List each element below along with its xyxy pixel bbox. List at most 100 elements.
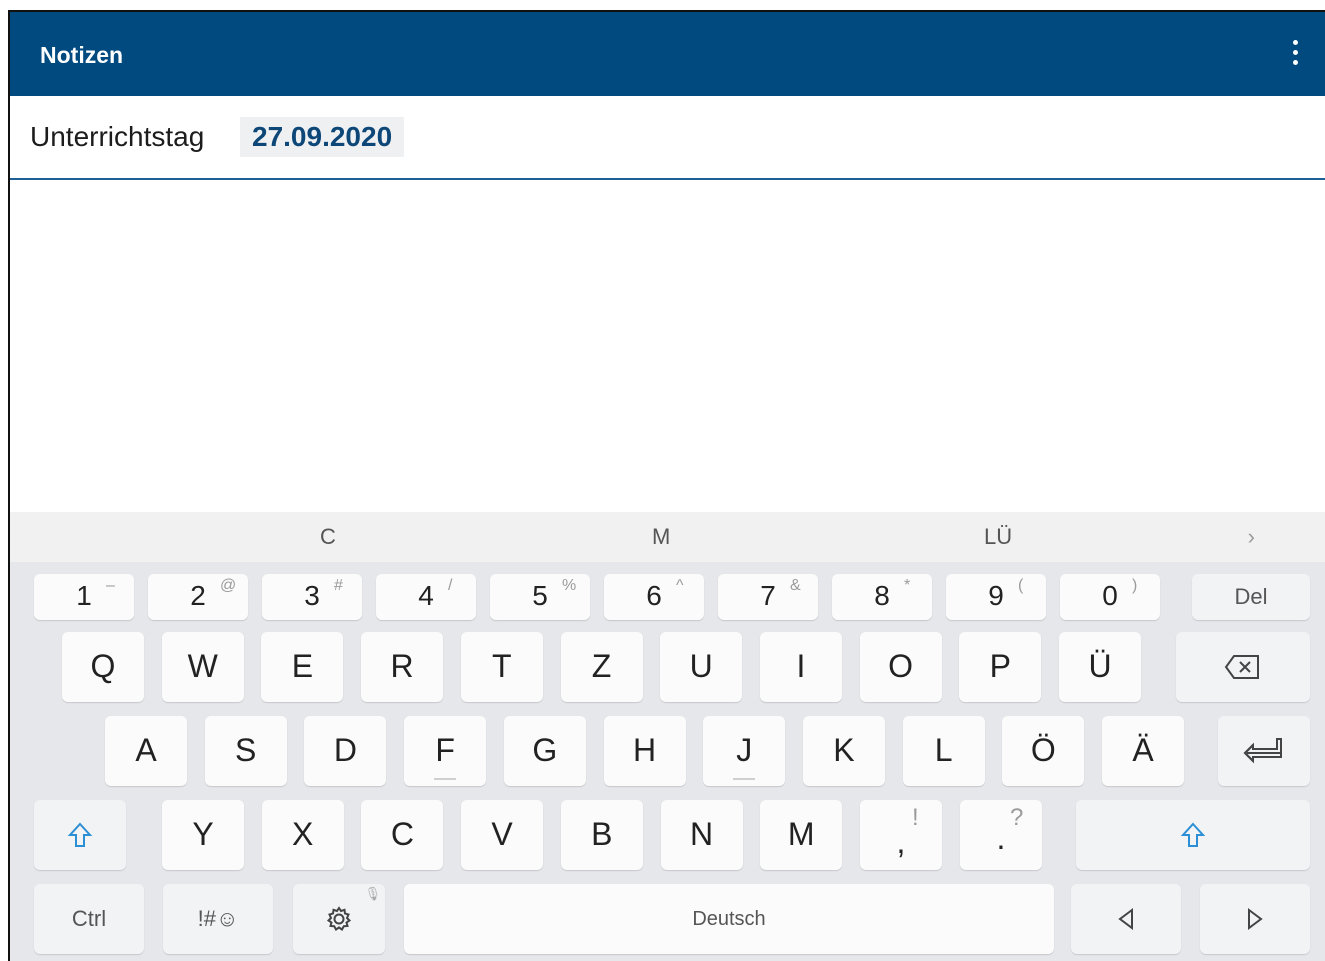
key-label: Ctrl (71, 906, 107, 931)
overflow-menu-icon[interactable] (1289, 40, 1301, 68)
key-L[interactable]: L (902, 716, 985, 786)
key-label: 3 (304, 580, 320, 611)
key-U[interactable]: U (660, 632, 743, 702)
key-label: . (996, 820, 1006, 856)
backspace-key[interactable] (1176, 632, 1310, 702)
key-label: B (591, 816, 613, 852)
suggestion-1[interactable]: C (320, 524, 336, 550)
key-label: !#☺ (197, 906, 239, 931)
key-D[interactable]: D (304, 716, 387, 786)
settings-key[interactable]: 🎙︎ (293, 884, 385, 954)
key-Z[interactable]: Z (560, 632, 643, 702)
key-N[interactable]: N (660, 800, 743, 870)
key-2[interactable]: 2 @ (148, 574, 248, 620)
key-J[interactable]: J (703, 716, 786, 786)
key-6[interactable]: 6 ^ (604, 574, 704, 620)
notes-text-area[interactable] (10, 180, 1325, 512)
key-sub-label: @ (220, 577, 237, 594)
key-I[interactable]: I (759, 632, 842, 702)
key-label: Ä (1132, 732, 1154, 768)
key-5[interactable]: 5% (490, 574, 590, 620)
key-Ü[interactable]: Ü (1059, 632, 1141, 702)
key-Y[interactable]: Y (162, 800, 244, 870)
chevron-right-icon[interactable]: › (1248, 524, 1255, 550)
key-sub-label: * (904, 577, 911, 594)
app-bar: Notizen (10, 12, 1325, 96)
shift-icon (34, 800, 126, 870)
key-label: U (689, 648, 713, 684)
key-label: Ö (1030, 732, 1056, 768)
key-S[interactable]: S (204, 716, 287, 786)
key-7[interactable]: 7 & (718, 574, 818, 620)
key-period[interactable]: .? (960, 800, 1042, 870)
key-comma[interactable]: ,! (860, 800, 942, 870)
key-Q[interactable]: Q (62, 632, 144, 702)
key-E[interactable]: E (261, 632, 344, 702)
key-G[interactable]: G (503, 716, 586, 786)
key-sub-label: ) (1132, 577, 1138, 594)
key-label: H (632, 732, 657, 768)
key-label: X (292, 816, 314, 852)
lesson-day-label: Unterrichtstag (30, 121, 205, 152)
key-label: L (934, 732, 953, 768)
key-9[interactable]: 9( (946, 574, 1046, 620)
ctrl-key[interactable]: Ctrl (34, 884, 144, 954)
key-V[interactable]: V (461, 800, 544, 870)
key-8[interactable]: 8 * (832, 574, 932, 620)
key-label: Y (192, 816, 214, 852)
key-label: N (689, 816, 714, 852)
key-label: M (787, 816, 815, 852)
key-F[interactable]: F (404, 716, 487, 786)
key-K[interactable]: K (802, 716, 885, 786)
key-label: P (989, 648, 1011, 684)
key-B[interactable]: B (560, 800, 643, 870)
symbols-key[interactable]: !#☺ (163, 884, 273, 954)
key-O[interactable]: O (859, 632, 942, 702)
shift-key-left[interactable] (34, 800, 126, 870)
space-key[interactable]: Deutsch (404, 884, 1054, 954)
cursor-right-key[interactable] (1200, 884, 1310, 954)
key-R[interactable]: R (361, 632, 444, 702)
home-row-marker (434, 778, 457, 780)
on-screen-keyboard: C M LÜ › 1–2 @3 #4/5% 6 ^ 7 & 8 * 9(0) Del Q W E R T Z U I… (10, 512, 1325, 961)
key-H[interactable]: H (603, 716, 686, 786)
home-row-marker (733, 778, 756, 780)
key-W[interactable]: W (161, 632, 244, 702)
key-Ö[interactable]: Ö (1002, 716, 1085, 786)
key-T[interactable]: T (460, 632, 543, 702)
shift-icon (1076, 800, 1310, 870)
key-label: D (333, 732, 357, 768)
suggestion-2[interactable]: M (652, 524, 670, 550)
key-label: 1 (76, 580, 92, 611)
key-label: 4 (418, 580, 434, 611)
lesson-day-date[interactable]: 27.09.2020 (240, 117, 405, 157)
key-0[interactable]: 0) (1060, 574, 1160, 620)
suggestion-3[interactable]: LÜ (984, 524, 1012, 550)
app-title: Notizen (40, 42, 124, 68)
key-X[interactable]: X (261, 800, 344, 870)
key-M[interactable]: M (760, 800, 843, 870)
key-A[interactable]: A (105, 716, 187, 786)
delete-key[interactable]: Del (1192, 574, 1310, 620)
enter-key[interactable] (1218, 716, 1310, 786)
shift-key-right[interactable] (1076, 800, 1310, 870)
key-1[interactable]: 1– (34, 574, 134, 620)
key-label: Z (591, 648, 612, 684)
cursor-left-key[interactable] (1071, 884, 1181, 954)
key-sub-label: ? (1010, 804, 1024, 831)
key-sub-label: – (106, 577, 115, 594)
key-3[interactable]: 3 # (262, 574, 362, 620)
key-label: T (492, 648, 512, 684)
key-Ä[interactable]: Ä (1102, 716, 1184, 786)
triangle-left-icon (1071, 884, 1181, 954)
key-label: C (390, 816, 414, 852)
key-label: A (135, 732, 157, 768)
key-sub-label: # (334, 577, 343, 594)
triangle-right-icon (1200, 884, 1310, 954)
enter-icon (1218, 716, 1310, 786)
key-P[interactable]: P (959, 632, 1042, 702)
key-4[interactable]: 4/ (376, 574, 476, 620)
microphone-icon: 🎙︎ (364, 886, 381, 901)
app-window: Notizen Unterrichtstag 27.09.2020 C M LÜ… (8, 10, 1325, 961)
key-C[interactable]: C (361, 800, 444, 870)
